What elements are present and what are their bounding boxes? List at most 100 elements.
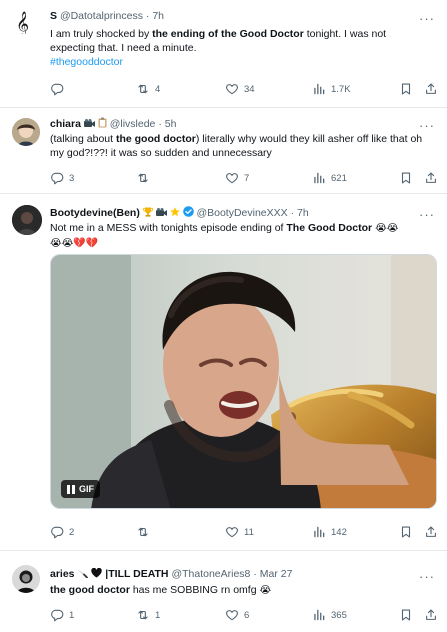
bold-segment: the ending of the Good Doctor [152,28,304,40]
trophy-emoji-icon [142,207,153,221]
reply-icon [50,525,64,539]
like-button[interactable]: 11 [225,524,254,540]
text-segment: I am truly shocked by [50,28,153,40]
timestamp[interactable]: Mar 27 [260,568,293,580]
retweet-button[interactable]: 4 [136,81,160,97]
user-handle[interactable]: @BootyDevineXXX [196,207,287,219]
black-heart-emoji-icon [91,567,103,582]
reply-button[interactable] [50,81,64,97]
reply-icon [50,82,64,96]
like-count: 11 [244,526,254,538]
action-bar: 1 1 6 365 [0,607,447,623]
share-button[interactable] [424,170,438,186]
gif-play-toggle[interactable]: GIF [61,480,100,498]
views-icon [312,82,326,96]
like-button[interactable]: 6 [225,607,249,623]
bookmark-button[interactable] [399,607,413,623]
bold-segment: the good doctor [115,133,196,145]
tweet[interactable]: Bootydevine(Ben) @BootyDevineXXX · 7h ··… [0,194,447,551]
like-count: 7 [244,172,250,184]
profile-photo [12,205,42,235]
hashtag-link[interactable]: #thegooddoctor [50,56,123,68]
retweet-count: 1 [155,609,161,621]
display-name[interactable]: S [50,10,57,22]
retweet-button[interactable] [136,524,150,540]
views-button[interactable]: 142 [312,524,347,540]
display-name-suffix[interactable]: |TILL DEATH [105,568,168,580]
camera-emoji-icon [83,119,95,132]
retweet-button[interactable]: 1 [136,607,160,623]
retweet-icon [136,525,150,539]
text-segment: has me SOBBING rn omfg [129,584,260,596]
action-bar: 2 11 142 [0,524,447,540]
bold-segment: the good doctor [50,584,130,596]
bookmark-icon [399,608,413,622]
display-name[interactable]: chiara [50,118,81,130]
more-options-button[interactable]: ··· [419,208,435,221]
share-button[interactable] [424,81,438,97]
avatar[interactable] [12,565,40,593]
share-icon [424,608,438,622]
bookmark-button[interactable] [399,81,413,97]
views-button[interactable]: 1.7K [312,81,351,97]
views-icon [312,171,326,185]
user-handle[interactable]: @ThatoneAries8 [171,568,250,580]
reply-button[interactable]: 2 [50,524,74,540]
like-icon [225,525,239,539]
user-handle[interactable]: @Datotalprincess [60,10,143,22]
more-options-button[interactable]: ··· [419,119,435,132]
separator: · [145,10,150,22]
like-count: 6 [244,609,250,621]
reply-count: 1 [69,609,75,621]
treble-clef-icon: 𝄞 [16,11,29,34]
retweet-icon [136,171,150,185]
more-options-button[interactable]: ··· [419,12,435,25]
share-icon [424,525,438,539]
view-count: 365 [331,609,347,621]
bookmark-icon [399,171,413,185]
share-icon [424,82,438,96]
user-handle[interactable]: @livslede [110,118,156,130]
avatar[interactable]: 𝄞 [12,10,36,34]
view-count: 621 [331,172,347,184]
avatar[interactable] [12,118,40,146]
retweet-icon [136,82,150,96]
separator: · [290,207,295,219]
separator: · [253,568,257,580]
tweet-text: I am truly shocked by the ending of the … [50,27,430,69]
star-emoji-icon [169,207,180,221]
knife-emoji-icon [77,568,89,582]
clipboard-emoji-icon [98,117,107,132]
reply-button[interactable]: 3 [50,170,74,186]
avatar[interactable] [12,205,42,235]
tweet[interactable]: chiara @livslede · 5h ··· (talking about… [0,108,447,194]
more-options-button[interactable]: ··· [419,570,435,583]
bookmark-button[interactable] [399,170,413,186]
bookmark-icon [399,525,413,539]
bold-segment: The Good Doctor [286,222,373,234]
like-icon [225,171,239,185]
like-button[interactable]: 7 [225,170,249,186]
bookmark-button[interactable] [399,524,413,540]
timestamp[interactable]: 7h [152,10,164,22]
gif-media[interactable]: GIF [50,254,437,509]
reply-button[interactable]: 1 [50,607,74,623]
view-count: 1.7K [331,83,351,95]
bookmark-icon [399,82,413,96]
tweet[interactable]: 𝄞 S @Datotalprincess · 7h ··· I am truly… [0,0,447,108]
share-button[interactable] [424,607,438,623]
timestamp[interactable]: 5h [165,118,177,130]
share-button[interactable] [424,524,438,540]
like-button[interactable]: 34 [225,81,255,97]
display-name[interactable]: aries [50,568,75,580]
tweet[interactable]: aries |TILL DEATH @ThatoneAries8 · Mar 2… [0,551,447,632]
timestamp[interactable]: 7h [297,207,309,219]
tweet-text: the good doctor has me SOBBING rn omfg 😭 [50,583,435,598]
retweet-button[interactable] [136,170,150,186]
profile-photo [12,118,40,146]
like-count: 34 [244,83,255,95]
views-button[interactable]: 365 [312,607,347,623]
views-button[interactable]: 621 [312,170,347,186]
verified-badge-icon [182,206,194,221]
display-name[interactable]: Bootydevine(Ben) [50,207,140,219]
